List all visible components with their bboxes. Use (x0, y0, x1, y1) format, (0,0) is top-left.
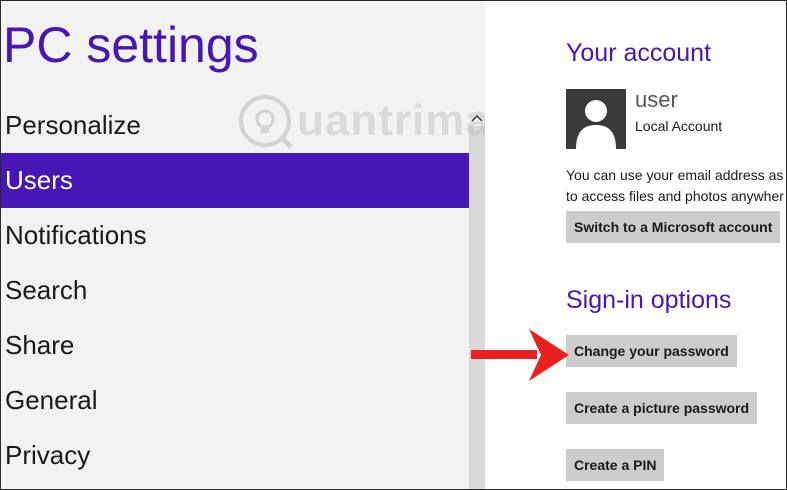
page-title: PC settings (3, 17, 259, 73)
your-account-heading: Your account (566, 39, 712, 67)
users-settings-pane: Your account user Local Account You can … (485, 1, 786, 489)
switch-microsoft-account-button[interactable]: Switch to a Microsoft account (566, 211, 781, 243)
create-picture-password-button[interactable]: Create a picture password (566, 392, 758, 424)
chevron-up-icon[interactable] (469, 111, 485, 127)
nav-scrollbar[interactable] (469, 126, 485, 489)
red-arrow-icon (471, 329, 569, 381)
sign-in-options-heading: Sign-in options (566, 286, 732, 314)
nav-item-general[interactable]: General (1, 373, 469, 428)
create-pin-button[interactable]: Create a PIN (566, 449, 665, 481)
nav-item-personalize[interactable]: Personalize (1, 98, 469, 153)
settings-nav-list: Personalize Users Notifications Search S… (1, 98, 469, 483)
nav-item-share[interactable]: Share (1, 318, 469, 373)
user-name: user (635, 87, 678, 112)
user-silhouette-icon (566, 89, 626, 149)
pc-settings-screen: PC settings Personalize Users Notificati… (0, 0, 787, 490)
change-password-button[interactable]: Change your password (566, 335, 737, 367)
nav-item-privacy[interactable]: Privacy (1, 428, 469, 483)
account-type: Local Account (635, 118, 723, 134)
nav-item-search[interactable]: Search (1, 263, 469, 318)
account-description-line-2: to access files and photos anywher (566, 188, 784, 204)
settings-nav-pane: PC settings Personalize Users Notificati… (1, 1, 546, 489)
nav-item-users[interactable]: Users (1, 153, 469, 208)
nav-item-notifications[interactable]: Notifications (1, 208, 469, 263)
account-description-line-1: You can use your email address as (566, 167, 784, 183)
